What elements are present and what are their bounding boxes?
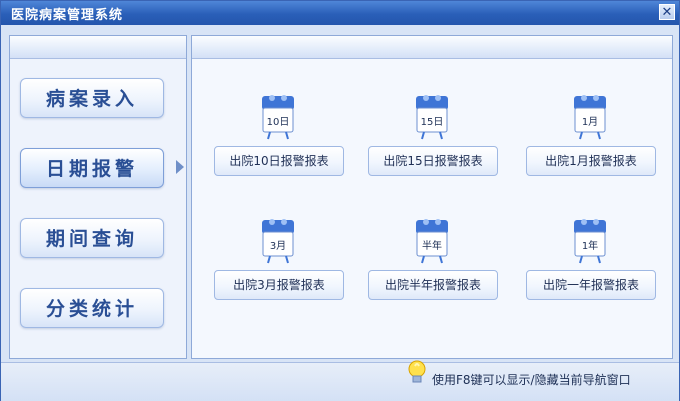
- close-button[interactable]: ✕: [659, 4, 675, 20]
- calendar-icon: 1月: [574, 95, 606, 140]
- calendar-label: 1月: [582, 116, 598, 128]
- calendar-label: 1年: [582, 239, 598, 252]
- report-15-days: 15日 出院15日报警报表: [368, 92, 498, 182]
- nav-button-record-entry[interactable]: 病案录入: [20, 78, 164, 118]
- report-1-year: 1年 出院一年报警报表: [526, 216, 656, 306]
- nav-button-date-alarm[interactable]: 日期报警: [20, 148, 164, 188]
- calendar-icon: 3月: [262, 219, 294, 264]
- nav-button-period-query[interactable]: 期间查询: [20, 218, 164, 258]
- report-button-half-year[interactable]: 出院半年报警报表: [368, 270, 498, 300]
- navigation-panel: 病案录入 日期报警 期间查询 分类统计: [9, 35, 187, 359]
- navigation-panel-header: [10, 36, 186, 59]
- report-half-year: 半年 出院半年报警报表: [368, 216, 498, 306]
- report-button-1-month[interactable]: 出院1月报警报表: [526, 146, 656, 176]
- nav-button-category-stats[interactable]: 分类统计: [20, 288, 164, 328]
- calendar-label: 3月: [270, 240, 286, 252]
- calendar-icon: 15日: [416, 95, 448, 140]
- window-title: 医院病案管理系统: [11, 8, 124, 23]
- calendar-icon: 10日: [262, 95, 294, 140]
- report-3-months: 3月 出院3月报警报表: [214, 216, 344, 306]
- calendar-icon: 半年: [416, 219, 448, 264]
- report-10-days: 10日 出院10日报警报表: [214, 92, 344, 182]
- content-panel: 10日 出院10日报警报表 15日 出院15日报警报表 1月 出院1月报警报表 …: [191, 35, 673, 359]
- report-button-10-days[interactable]: 出院10日报警报表: [214, 146, 344, 176]
- close-icon: ✕: [661, 5, 673, 20]
- status-hint: 使用F8键可以显示/隐藏当前导航窗口: [432, 373, 631, 387]
- title-bar: 医院病案管理系统 ✕: [1, 1, 679, 25]
- active-arrow-icon: [176, 160, 184, 174]
- report-button-15-days[interactable]: 出院15日报警报表: [368, 146, 498, 176]
- report-1-month: 1月 出院1月报警报表: [526, 92, 656, 182]
- calendar-label: 半年: [422, 239, 442, 252]
- calendar-label: 10日: [267, 117, 290, 128]
- calendar-icon: 1年: [574, 219, 606, 264]
- report-button-1-year[interactable]: 出院一年报警报表: [526, 270, 656, 300]
- calendar-label: 15日: [421, 117, 444, 128]
- lightbulb-icon: [408, 360, 426, 383]
- report-button-3-months[interactable]: 出院3月报警报表: [214, 270, 344, 300]
- app-window: 医院病案管理系统 ✕ 病案录入 日期报警 期间查询 分类统计 10日 出院10日…: [0, 0, 680, 401]
- content-panel-header: [192, 36, 672, 59]
